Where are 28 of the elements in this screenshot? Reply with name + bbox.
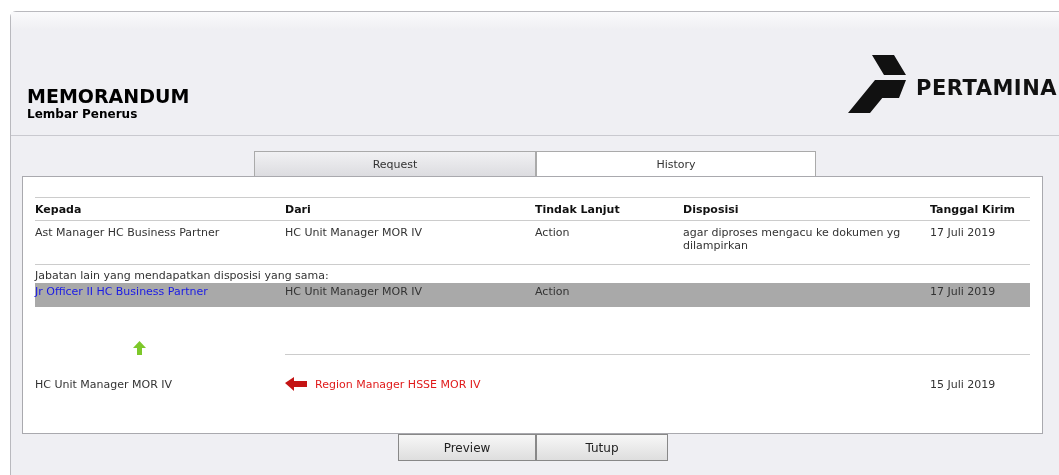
table-cell-text: Action	[535, 226, 571, 241]
column-header: Tindak Lanjut	[535, 203, 621, 216]
table-cell-text: HC Unit Manager MOR IV	[35, 378, 174, 391]
table-row[interactable]: Jr Officer II HC Business Partner HC Unit Manager MOR IV Action 17 Juli 2019	[35, 283, 1030, 307]
page-title: MEMORANDUM	[27, 85, 190, 107]
table-cell-text: Action	[535, 285, 571, 298]
table-cell: Region Manager HSSE MOR IV	[315, 378, 481, 391]
column-header: Tanggal Kirim	[930, 203, 1017, 216]
table-cell-text: 17 Juli 2019	[930, 226, 997, 241]
column-header: Dari	[285, 203, 312, 216]
table-cell-text: agar diproses mengacu ke dokumen yg dilampirkan	[683, 226, 902, 252]
table-cell-text: HC Unit Manager MOR IV	[285, 226, 424, 241]
table-cell-text: 17 Juli 2019	[930, 285, 997, 298]
page-subtitle: Lembar Penerus	[27, 107, 139, 121]
action-button[interactable]: Tutup	[536, 434, 668, 461]
column-header: Disposisi	[683, 203, 740, 216]
position-link[interactable]: Jr Officer II HC Business Partner	[35, 285, 285, 298]
up-arrow-icon	[133, 341, 146, 355]
tab[interactable]: History	[536, 151, 816, 176]
tab[interactable]: Request	[254, 151, 536, 176]
logo-text: PERTAMINA	[916, 76, 1057, 100]
action-button[interactable]: Preview	[398, 434, 536, 461]
table-cell-text: HC Unit Manager MOR IV	[285, 285, 424, 298]
column-header: Kepada	[35, 203, 83, 216]
others-label: Jabatan lain yang mendapatkan disposisi yang sama:	[35, 269, 329, 282]
table-cell-text: Ast Manager HC Business Partner	[35, 226, 221, 241]
left-arrow-icon	[285, 377, 307, 391]
table-cell-text: 15 Juli 2019	[930, 378, 997, 391]
